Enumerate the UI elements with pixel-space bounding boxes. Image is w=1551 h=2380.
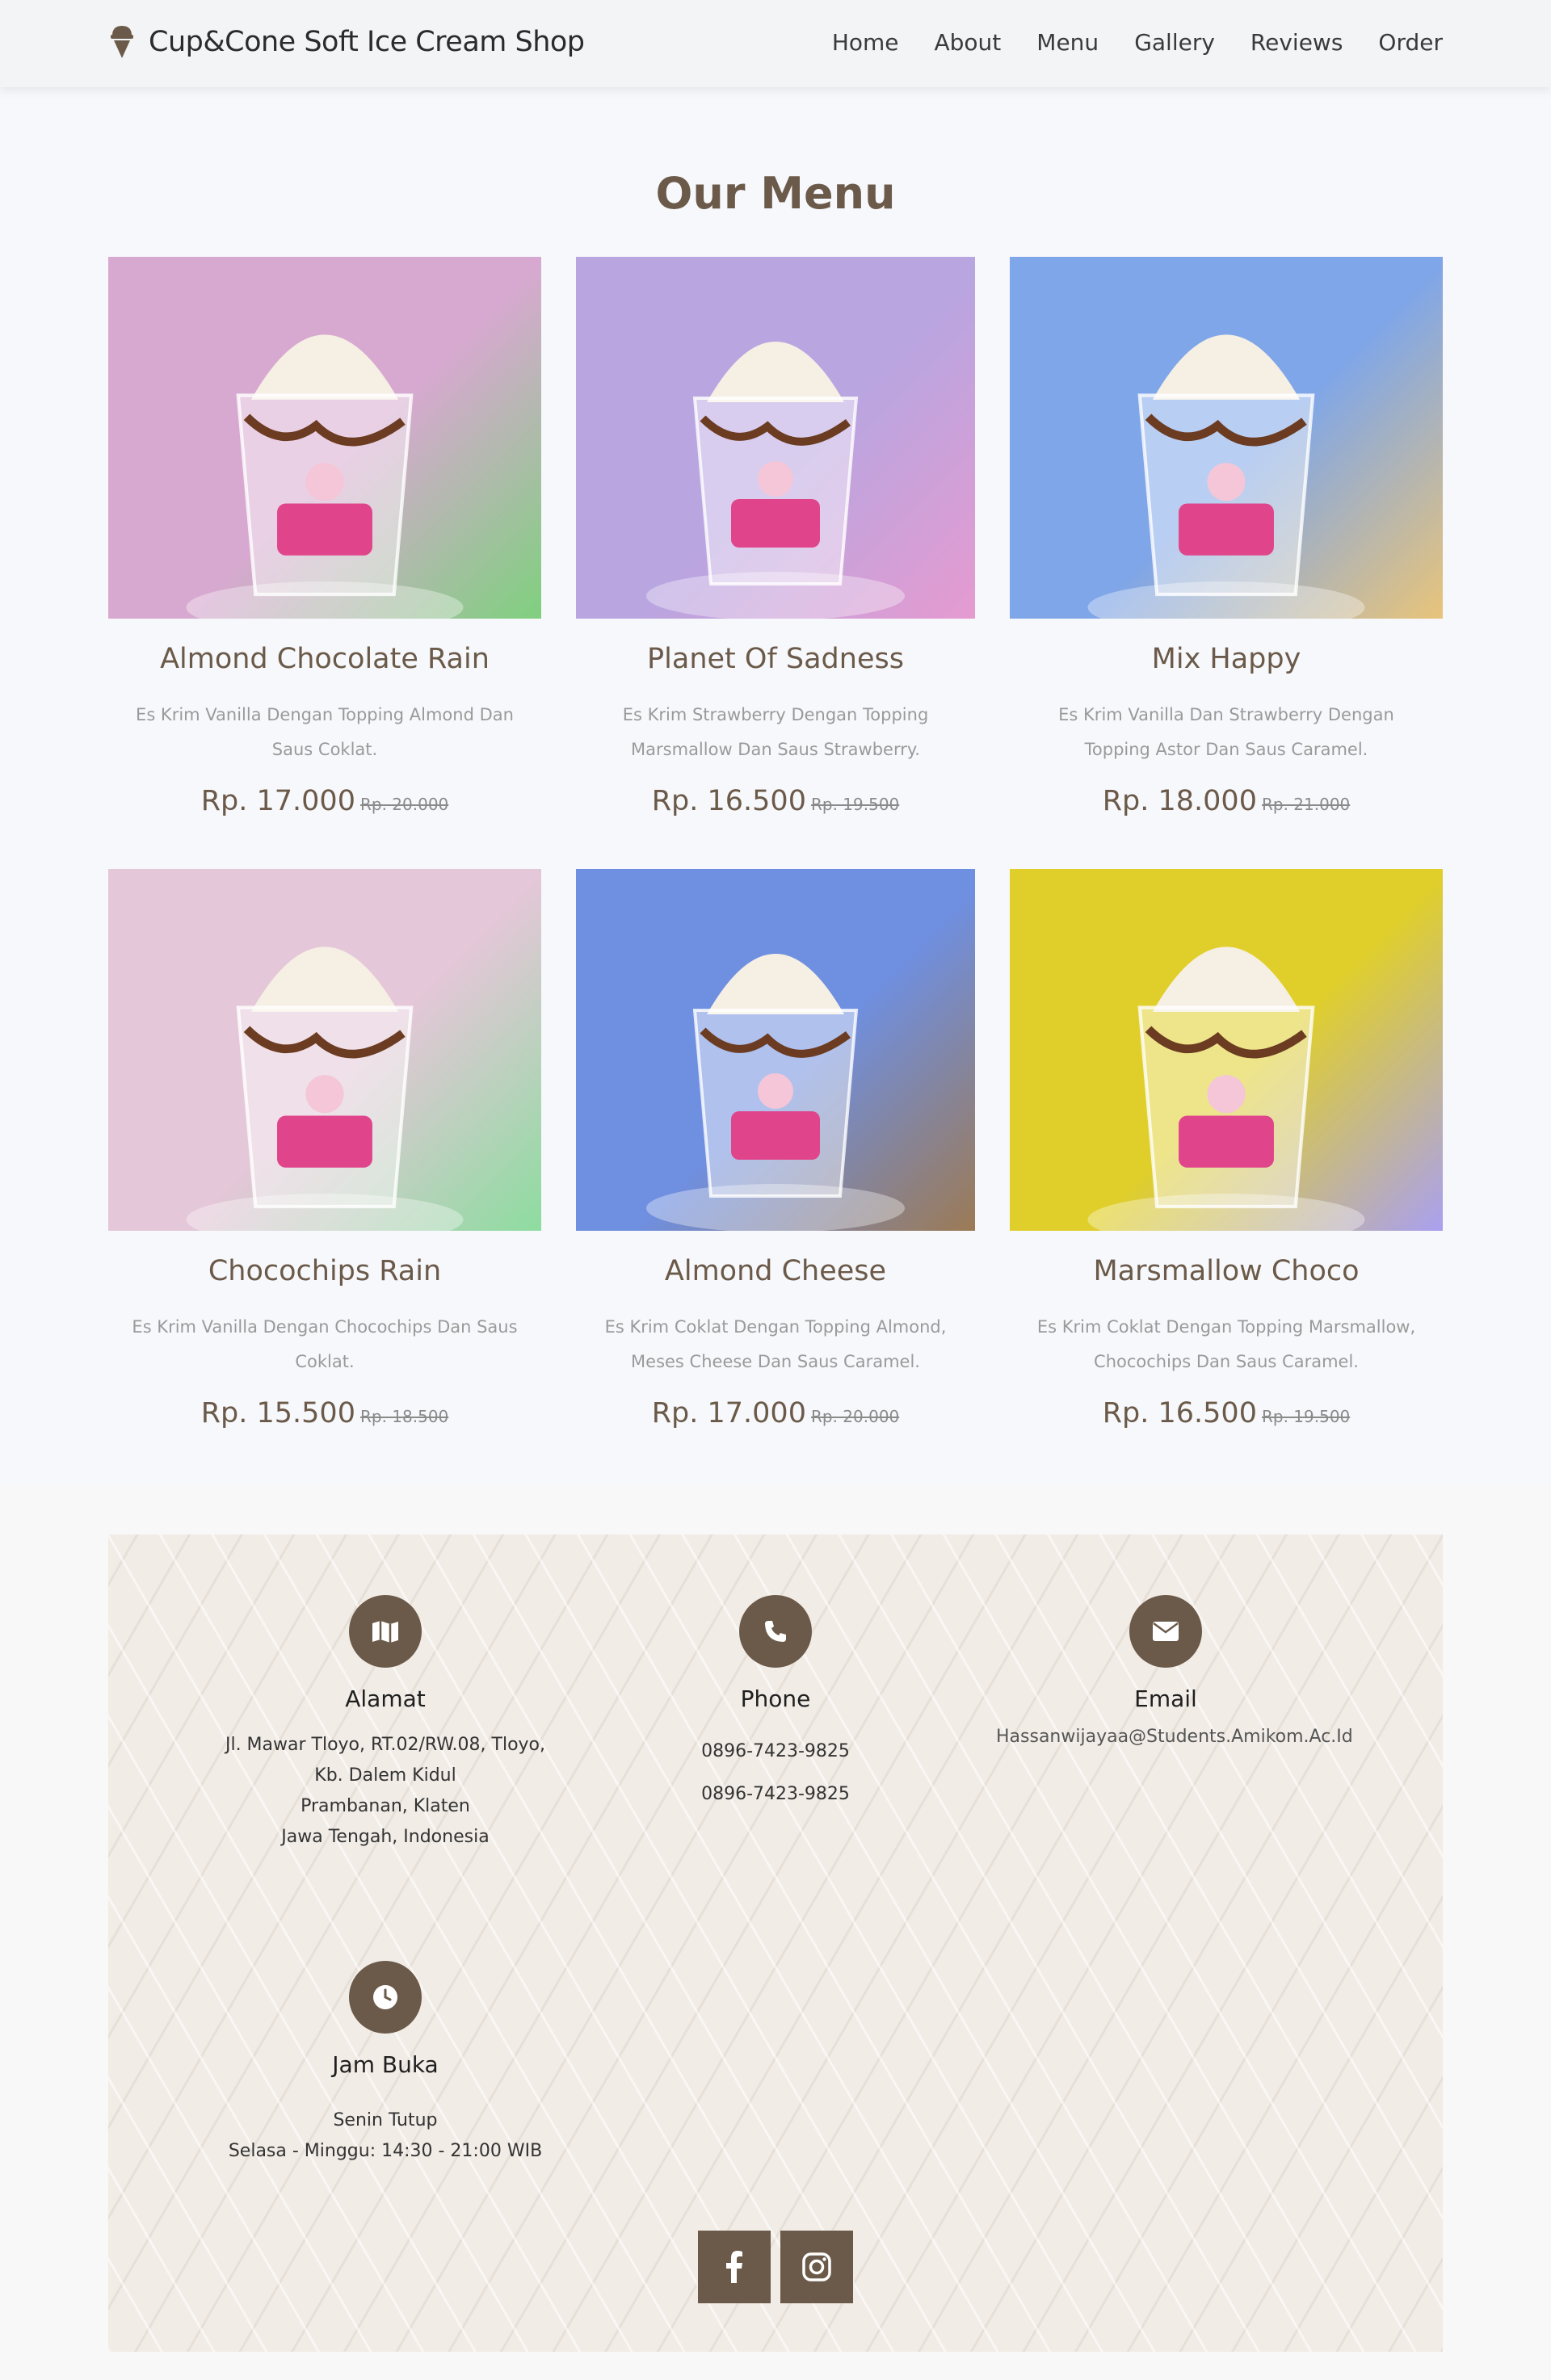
- menu-card: Planet Of Sadness Es Krim Strawberry Den…: [576, 257, 975, 817]
- nav-gallery[interactable]: Gallery: [1134, 29, 1215, 56]
- ice-cream-cone-icon: [111, 26, 133, 58]
- product-price: Rp. 16.500 Rp. 19.500: [1010, 1397, 1443, 1429]
- address-text: Jl. Mawar Tloyo, RT.02/RW.08, Tloyo, Kb.…: [216, 1730, 555, 1853]
- price-value: Rp. 16.500: [1102, 1397, 1257, 1429]
- ice-cream-cup-illustration: [1087, 334, 1365, 619]
- product-image: [1010, 869, 1443, 1231]
- ice-cream-cup-illustration: [1087, 947, 1365, 1231]
- old-price: Rp. 18.500: [359, 1407, 449, 1426]
- ice-cream-cup-illustration: [646, 342, 905, 619]
- ice-cream-cup-illustration: [186, 947, 464, 1231]
- nav-menu[interactable]: Menu: [1036, 29, 1099, 56]
- price-value: Rp. 17.000: [651, 1397, 806, 1429]
- brand-name: Cup&Cone Soft Ice Cream Shop: [149, 26, 585, 58]
- hours-line: Selasa - Minggu: 14:30 - 21:00 WIB: [228, 2141, 543, 2161]
- menu-section: Our Menu Almond Chocolate Rain Es Krim V…: [0, 87, 1551, 1484]
- email-address[interactable]: Hassanwijayaa@Students.Amikom.Ac.Id: [996, 1722, 1353, 1752]
- ice-cream-cup-illustration: [186, 334, 464, 619]
- menu-card: Chocochips Rain Es Krim Vanilla Dengan C…: [108, 869, 541, 1429]
- facebook-icon: [726, 2251, 742, 2283]
- product-image: [576, 257, 975, 619]
- phone-icon: [739, 1595, 812, 1668]
- instagram-icon: [802, 2252, 831, 2281]
- envelope-icon: [1129, 1595, 1202, 1668]
- product-description: Es Krim Coklat Dengan Topping Almond, Me…: [604, 1317, 947, 1371]
- product-name: Almond Cheese: [664, 1255, 887, 1287]
- price-value: Rp. 15.500: [200, 1397, 355, 1429]
- product-name: Chocochips Rain: [208, 1255, 442, 1287]
- phone-number[interactable]: 0896-7423-9825: [606, 1773, 945, 1815]
- nav-reviews[interactable]: Reviews: [1250, 29, 1343, 56]
- phone-number[interactable]: 0896-7423-9825: [606, 1730, 945, 1773]
- nav-home[interactable]: Home: [832, 29, 899, 56]
- product-image: [1010, 257, 1443, 619]
- product-name: Almond Chocolate Rain: [160, 643, 490, 675]
- old-price: Rp. 20.000: [810, 1407, 900, 1426]
- old-price: Rp. 21.000: [1261, 795, 1351, 814]
- email-title: Email: [1134, 1685, 1197, 1712]
- product-description: Es Krim Vanilla Dengan Topping Almond Da…: [136, 705, 514, 759]
- nav-order[interactable]: Order: [1378, 29, 1443, 56]
- product-price: Rp. 18.000 Rp. 21.000: [1010, 785, 1443, 817]
- product-price: Rp. 17.000 Rp. 20.000: [108, 785, 541, 817]
- price-value: Rp. 17.000: [200, 785, 355, 817]
- address-line: Jawa Tengah, Indonesia: [281, 1827, 490, 1847]
- facebook-button[interactable]: [698, 2231, 771, 2303]
- product-name: Mix Happy: [1151, 643, 1301, 675]
- opening-hours-block: Jam Buka Senin Tutup Selasa - Minggu: 14…: [216, 1961, 555, 2167]
- section-title: Our Menu: [655, 168, 896, 219]
- product-name: Planet Of Sadness: [647, 643, 904, 675]
- product-name: Marsmallow Choco: [1093, 1255, 1360, 1287]
- menu-card: Marsmallow Choco Es Krim Coklat Dengan T…: [1010, 869, 1443, 1429]
- hours-line: Senin Tutup: [333, 2110, 438, 2130]
- menu-card: Almond Cheese Es Krim Coklat Dengan Topp…: [576, 869, 975, 1429]
- instagram-button[interactable]: [780, 2231, 853, 2303]
- ice-cream-cup-illustration: [646, 954, 905, 1231]
- phone-text: 0896-7423-9825 0896-7423-9825: [606, 1730, 945, 1815]
- product-description: Es Krim Coklat Dengan Topping Marsmallow…: [1036, 1317, 1416, 1371]
- address-line: Prambanan, Klaten: [301, 1796, 470, 1816]
- phone-block: Phone 0896-7423-9825 0896-7423-9825: [606, 1595, 945, 1815]
- menu-card: Mix Happy Es Krim Vanilla Dan Strawberry…: [1010, 257, 1443, 817]
- address-line: Jl. Mawar Tloyo, RT.02/RW.08, Tloyo, Kb.…: [225, 1735, 546, 1786]
- product-description: Es Krim Vanilla Dengan Chocochips Dan Sa…: [132, 1317, 518, 1371]
- menu-card: Almond Chocolate Rain Es Krim Vanilla De…: [108, 257, 541, 817]
- hours-text: Senin Tutup Selasa - Minggu: 14:30 - 21:…: [216, 2105, 555, 2167]
- product-price: Rp. 16.500 Rp. 19.500: [576, 785, 975, 817]
- social-links: [698, 2231, 853, 2303]
- product-price: Rp. 17.000 Rp. 20.000: [576, 1397, 975, 1429]
- phone-title: Phone: [740, 1685, 811, 1712]
- product-description: Es Krim Strawberry Dengan Topping Marsma…: [622, 705, 929, 759]
- old-price: Rp. 19.500: [810, 795, 900, 814]
- old-price: Rp. 20.000: [359, 795, 449, 814]
- brand[interactable]: Cup&Cone Soft Ice Cream Shop: [108, 24, 585, 60]
- price-value: Rp. 18.000: [1102, 785, 1257, 817]
- product-description: Es Krim Vanilla Dan Strawberry Dengan To…: [1058, 705, 1394, 759]
- hours-title: Jam Buka: [332, 2051, 439, 2078]
- clock-icon: [349, 1961, 422, 2034]
- price-value: Rp. 16.500: [651, 785, 806, 817]
- navbar: Cup&Cone Soft Ice Cream Shop Home About …: [0, 0, 1551, 87]
- product-image: [576, 869, 975, 1231]
- nav-links: Home About Menu Gallery Reviews Order: [832, 29, 1443, 56]
- address-title: Alamat: [345, 1685, 426, 1712]
- map-icon: [349, 1595, 422, 1668]
- product-image: [108, 257, 541, 619]
- address-block: Alamat Jl. Mawar Tloyo, RT.02/RW.08, Tlo…: [216, 1595, 555, 1853]
- nav-about[interactable]: About: [935, 29, 1002, 56]
- product-price: Rp. 15.500 Rp. 18.500: [108, 1397, 541, 1429]
- old-price: Rp. 19.500: [1261, 1407, 1351, 1426]
- product-image: [108, 869, 541, 1231]
- email-block: Email Hassanwijayaa@Students.Amikom.Ac.I…: [996, 1595, 1353, 1752]
